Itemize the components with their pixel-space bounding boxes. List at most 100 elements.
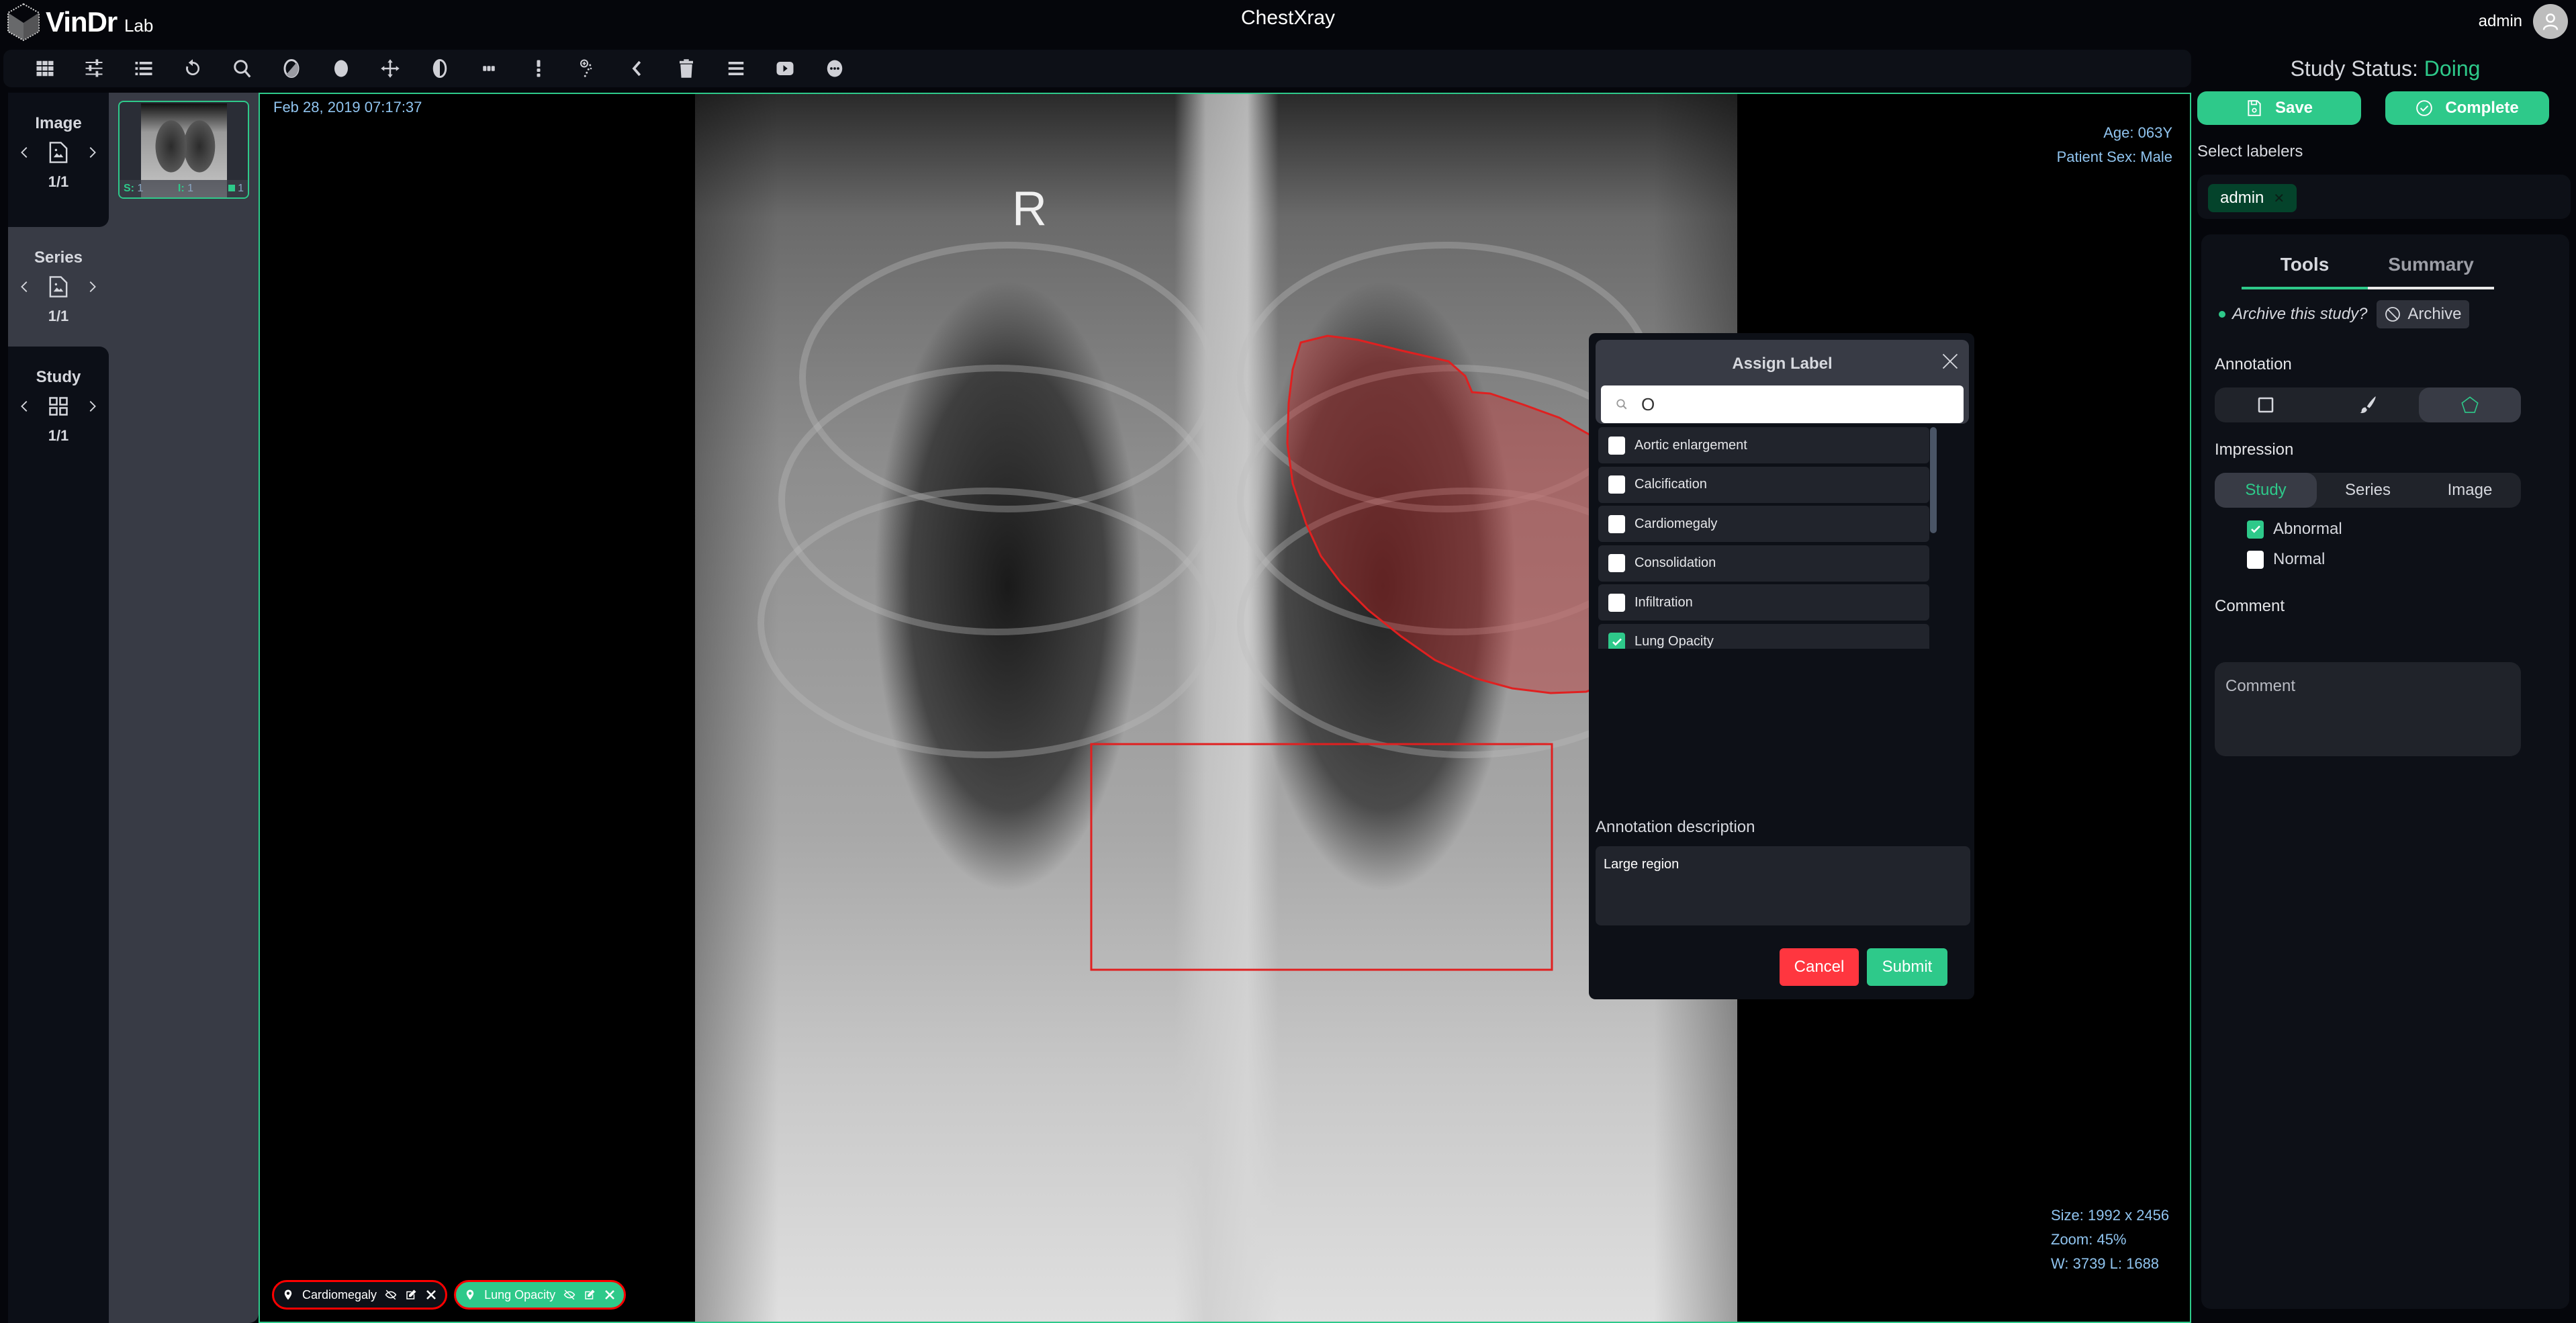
series-count: 1/1: [48, 308, 69, 324]
image-size: Size: 1992 x 2456: [2051, 1207, 2170, 1224]
label-list-scrollbar[interactable]: [1930, 427, 1937, 533]
annotation-chips: Cardiomegaly Lung Opacity: [272, 1280, 627, 1310]
comment-label: Comment: [2215, 597, 2285, 615]
contrast-tool[interactable]: [415, 50, 465, 87]
label-checkbox[interactable]: [1608, 475, 1625, 494]
remove-labeler-icon[interactable]: ✕: [2273, 190, 2285, 207]
scope-study[interactable]: Study: [2215, 473, 2317, 508]
label-checkbox[interactable]: [1608, 633, 1625, 649]
invert-tool[interactable]: [267, 50, 317, 87]
label-option[interactable]: Cardiomegaly: [1598, 506, 1929, 542]
layout-grid-tool[interactable]: [20, 50, 70, 87]
close-icon[interactable]: [604, 1289, 616, 1301]
study-prev-icon[interactable]: [17, 399, 32, 414]
window-level: W: 3739 L: 1688: [2051, 1255, 2160, 1272]
image-next-icon[interactable]: [85, 145, 99, 160]
tab-summary[interactable]: Summary: [2368, 242, 2494, 289]
study-nav: Study 1/1: [8, 347, 109, 1323]
more-tool[interactable]: [810, 50, 860, 87]
scope-series[interactable]: Series: [2317, 473, 2419, 508]
xray-image: [695, 94, 1737, 1322]
annotation-chip-lung-opacity[interactable]: Lung Opacity: [454, 1280, 627, 1310]
rectangle-tool[interactable]: [2215, 387, 2317, 422]
comment-input[interactable]: [2215, 662, 2521, 756]
label-option[interactable]: Aortic enlargement: [1598, 427, 1929, 463]
patient-info: Age: 063Y Patient Sex: Male: [2057, 121, 2172, 169]
study-datetime: Feb 28, 2019 07:17:37: [273, 99, 422, 116]
more-icon: [827, 60, 842, 77]
series-file-icon: [49, 276, 68, 298]
cancel-button[interactable]: Cancel: [1780, 948, 1859, 986]
dialog-header: Assign Label: [1596, 340, 1969, 424]
check-icon: [2250, 525, 2260, 533]
series-prev-icon[interactable]: [17, 279, 32, 294]
save-button[interactable]: Save: [2197, 91, 2361, 125]
zoom-tool[interactable]: [218, 50, 267, 87]
probe-tool[interactable]: [563, 50, 613, 87]
label-option[interactable]: Calcification: [1598, 466, 1929, 503]
menu-icon: [728, 62, 743, 75]
close-icon[interactable]: [1941, 352, 1960, 371]
complete-button[interactable]: Complete: [2385, 91, 2549, 125]
series-next-icon[interactable]: [85, 279, 99, 294]
location-pin-icon: [466, 1289, 474, 1300]
edit-icon[interactable]: [584, 1289, 596, 1301]
normal-checkbox[interactable]: [2247, 550, 2264, 569]
series-thumbnail[interactable]: S: 1 I: 1 1: [118, 101, 249, 199]
user-menu[interactable]: admin: [2479, 4, 2568, 39]
vertical-dots-tool[interactable]: [514, 50, 563, 87]
impression-label: Impression: [2215, 441, 2294, 459]
impression-abnormal[interactable]: Abnormal: [2247, 520, 2342, 539]
label-list[interactable]: Aortic enlargement Calcification Cardiomeg…: [1598, 427, 1968, 649]
polygon-tool[interactable]: [2419, 387, 2521, 422]
adjustments-tool[interactable]: [70, 50, 120, 87]
search-icon: [1616, 399, 1627, 410]
submit-button[interactable]: Submit: [1867, 948, 1947, 986]
ellipse-tool[interactable]: [316, 50, 366, 87]
label-search-field[interactable]: [1601, 385, 1964, 423]
collapse-tool[interactable]: [612, 50, 662, 87]
label-option[interactable]: Consolidation: [1598, 545, 1929, 582]
series-nav-title: Series: [34, 248, 83, 267]
list-tool[interactable]: [119, 50, 169, 87]
orientation-marker: R: [1012, 182, 1047, 236]
edit-icon[interactable]: [405, 1289, 417, 1301]
label-checkbox[interactable]: [1608, 436, 1625, 455]
cine-tool[interactable]: [761, 50, 811, 87]
label-option-text: Lung Opacity: [1635, 634, 1714, 649]
label-checkbox[interactable]: [1608, 514, 1625, 533]
menu-tool[interactable]: [711, 50, 761, 87]
tab-tools[interactable]: Tools: [2242, 242, 2368, 289]
image-count: 1/1: [48, 173, 69, 190]
pan-tool[interactable]: [366, 50, 416, 87]
close-icon[interactable]: [425, 1289, 437, 1301]
horizontal-dots-tool[interactable]: [465, 50, 514, 87]
hide-icon[interactable]: [385, 1289, 397, 1301]
label-option[interactable]: Infiltration: [1598, 584, 1929, 621]
image-file-icon: [49, 142, 68, 163]
label-checkbox[interactable]: [1608, 593, 1625, 612]
delete-tool[interactable]: [662, 50, 712, 87]
impression-normal[interactable]: Normal: [2247, 550, 2325, 569]
labelers-select[interactable]: admin ✕: [2197, 175, 2571, 219]
dialog-title: Assign Label: [1732, 355, 1833, 373]
annotation-description-input[interactable]: [1596, 846, 1970, 925]
annotation-chip-cardiomegaly[interactable]: Cardiomegaly: [272, 1280, 448, 1310]
hide-icon[interactable]: [563, 1289, 576, 1301]
study-next-icon[interactable]: [85, 399, 99, 414]
label-checkbox[interactable]: [1608, 554, 1625, 572]
label-option[interactable]: Lung Opacity: [1598, 623, 1929, 649]
annotation-indicator-icon: [228, 185, 235, 191]
invert-icon: [283, 59, 300, 78]
archive-button[interactable]: Archive: [2377, 300, 2470, 328]
image-prev-icon[interactable]: [17, 145, 32, 160]
rotate-tool[interactable]: [169, 50, 218, 87]
brush-tool[interactable]: [2317, 387, 2419, 422]
play-icon: [776, 62, 794, 75]
avatar[interactable]: [2533, 4, 2568, 39]
abnormal-checkbox[interactable]: [2247, 520, 2264, 539]
label-search-input[interactable]: [1641, 394, 1950, 415]
scope-image[interactable]: Image: [2419, 473, 2521, 508]
top-bar: VinDr Lab ChestXray admin: [0, 0, 2576, 44]
probe-icon: [580, 59, 592, 77]
